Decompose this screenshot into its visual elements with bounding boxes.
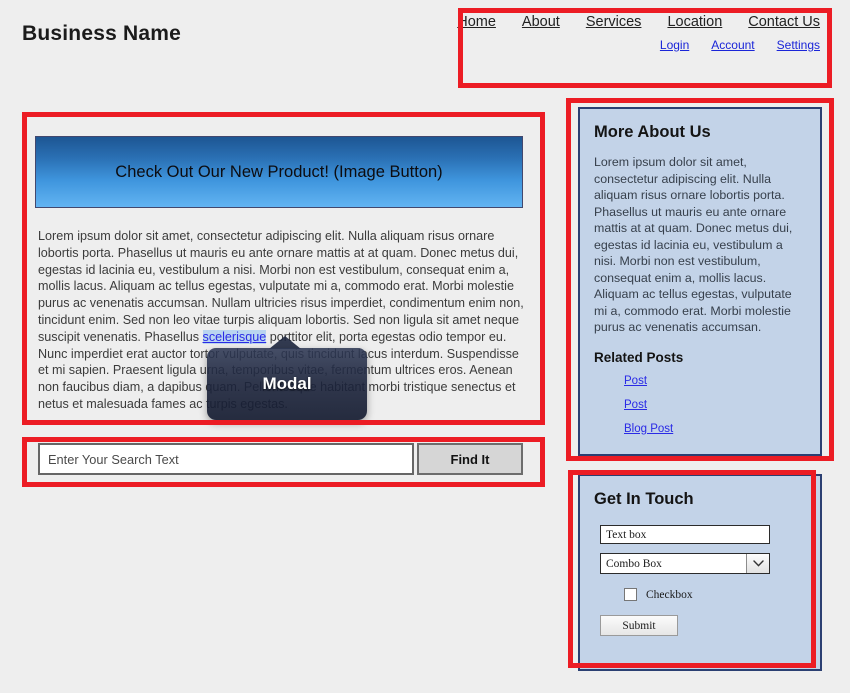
- contact-panel-heading: Get In Touch: [594, 490, 694, 508]
- search-bar: Find It: [38, 443, 530, 475]
- nav-item-login[interactable]: Login: [660, 38, 689, 52]
- related-post-link-3[interactable]: Blog Post: [624, 423, 673, 435]
- nav-item-about[interactable]: About: [522, 14, 560, 30]
- find-it-button[interactable]: Find It: [417, 443, 523, 475]
- body-text-before-link: Lorem ipsum dolor sit amet, consectetur …: [38, 229, 524, 344]
- nav-item-services[interactable]: Services: [586, 14, 642, 30]
- modal-body[interactable]: Modal: [207, 348, 367, 420]
- contact-textbox-field[interactable]: [600, 525, 770, 544]
- related-posts-heading: Related Posts: [594, 349, 684, 365]
- about-panel: More About Us Lorem ipsum dolor sit amet…: [578, 107, 822, 456]
- list-item: Post: [624, 371, 820, 389]
- nav-item-contact-us[interactable]: Contact Us: [748, 14, 820, 30]
- nav-item-settings[interactable]: Settings: [777, 38, 820, 52]
- nav-item-home[interactable]: Home: [457, 14, 496, 30]
- hero-image-button-label: Check Out Our New Product! (Image Button…: [115, 162, 443, 181]
- main-navigation: Home About Services Location Contact Us …: [457, 14, 826, 52]
- nav-secondary-row: Login Account Settings: [464, 38, 826, 52]
- about-panel-heading: More About Us: [594, 123, 711, 141]
- checkbox-row: Checkbox: [624, 588, 786, 601]
- contact-panel: Get In Touch Combo Box Checkbox Submit: [578, 474, 822, 671]
- nav-item-account[interactable]: Account: [711, 38, 754, 52]
- contact-checkbox[interactable]: [624, 588, 637, 601]
- about-panel-text: Lorem ipsum dolor sit amet, consectetur …: [594, 155, 793, 334]
- nav-item-location[interactable]: Location: [667, 14, 722, 30]
- contact-combobox-value: Combo Box: [606, 557, 662, 570]
- modal-label: Modal: [262, 374, 312, 393]
- related-posts-list: Post Post Blog Post: [580, 371, 820, 437]
- contact-form: Combo Box Checkbox Submit: [600, 525, 786, 636]
- scelerisque-link[interactable]: scelerisque: [202, 329, 267, 344]
- nav-primary-row: Home About Services Location Contact Us: [457, 14, 826, 30]
- page-title: Business Name: [22, 22, 182, 45]
- hero-image-button[interactable]: Check Out Our New Product! (Image Button…: [35, 136, 523, 208]
- list-item: Blog Post: [624, 419, 820, 437]
- list-item: Post: [624, 395, 820, 413]
- submit-button[interactable]: Submit: [600, 615, 678, 636]
- related-post-link-1[interactable]: Post: [624, 375, 647, 387]
- related-post-link-2[interactable]: Post: [624, 399, 647, 411]
- chevron-down-icon: [746, 554, 769, 573]
- contact-checkbox-label: Checkbox: [646, 588, 693, 601]
- search-input[interactable]: [38, 443, 414, 475]
- modal-popover[interactable]: Modal: [207, 336, 367, 420]
- contact-combobox[interactable]: Combo Box: [600, 553, 770, 574]
